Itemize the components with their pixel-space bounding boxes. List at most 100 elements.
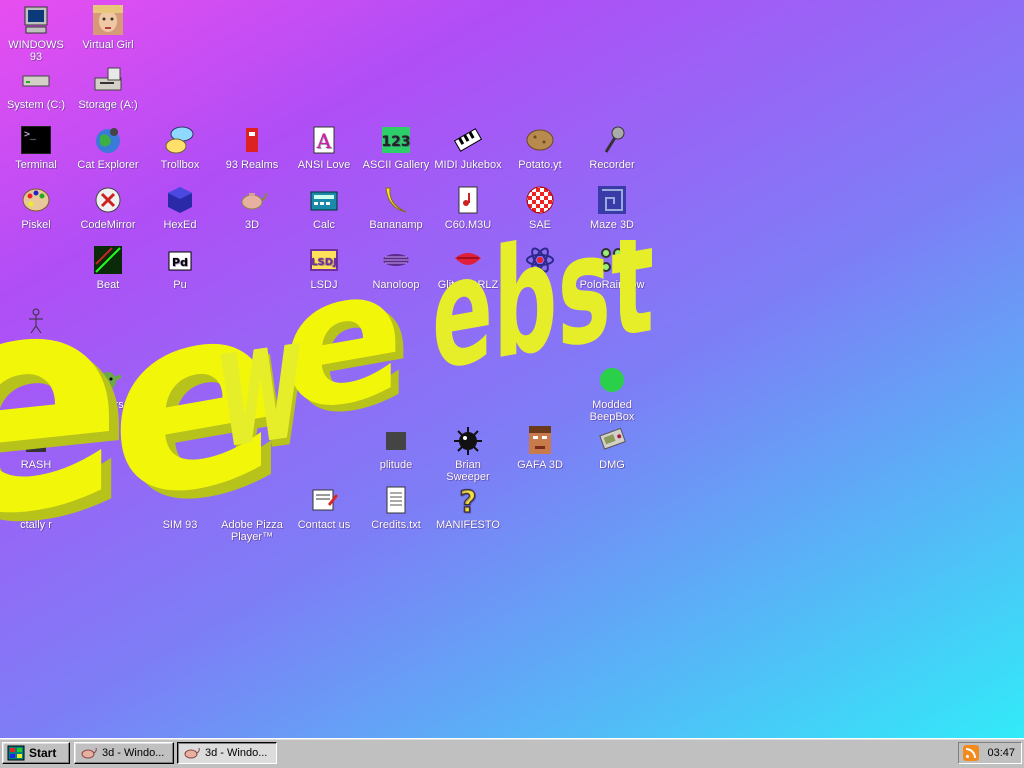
task-label: 3d - Windo... [205,747,268,759]
icon-label: Trollbox [160,159,200,171]
microphone-icon [596,124,628,156]
svg-text:Pd: Pd [172,256,188,269]
codemirror-icon [92,184,124,216]
desktop-icon-sim-93[interactable]: SIM 93 [144,484,216,531]
desktop-icon-bananamp[interactable]: Bananamp [360,184,432,231]
desktop-icon-terminal[interactable]: >_ Terminal [0,124,72,171]
desktop-icon-x[interactable]: X [504,244,576,291]
realms-icon [236,124,268,156]
icon-label: Calc [312,219,335,231]
desktop-icon-contact-us[interactable]: Contact us [288,484,360,531]
icon-label: Beat [96,279,120,291]
taskbar-button-3d-window-1[interactable]: 3d - Windo... [74,742,174,764]
start-label: Start [29,746,57,760]
icon-label: MIDI Jukebox [434,159,502,171]
desktop-icon-credits-txt[interactable]: Credits.txt [360,484,432,531]
icon-label: ANSI Love [297,159,351,171]
icon-label: LSDJ [310,279,338,291]
maze-icon [596,184,628,216]
desktop-icon-dmg[interactable]: DMG [576,424,648,471]
desktop-icon-system-c[interactable]: System (C:) [0,64,72,111]
chat-bubble-icon [164,124,196,156]
desktop-icon-potato-yt[interactable]: Potato.yt [504,124,576,171]
desktop-icon-pu[interactable]: Pd Pu [144,244,216,291]
desktop-icon-ansi-love[interactable]: A ANSI Love [288,124,360,171]
desktop-icon-c60-m3u[interactable]: C60.M3U [432,184,504,231]
desktop-icon-modded-beepbox[interactable]: Modded BeepBox [576,364,648,423]
desktop-icon-crash[interactable]: RASH [0,424,72,471]
desktop-icon-hexed[interactable]: HexEd [144,184,216,231]
desktop-icon-storage-a[interactable]: Storage (A:) [72,64,144,111]
sim-icon [164,484,196,516]
icon-label: ASCII Gallery [362,159,430,171]
robot-icon [20,304,52,336]
palette-icon [20,184,52,216]
desktop-icon-codemirror[interactable]: CodeMirror [72,184,144,231]
desktop-icon-3d[interactable]: 3D [216,184,288,231]
desktop-icon-virtual-girl[interactable]: Virtual Girl [72,4,144,51]
icon-label: RASH [20,459,52,471]
desktop-icon-cat-explorer[interactable]: Cat Explorer [72,124,144,171]
system-tray: 03:47 [958,742,1022,764]
desktop-icon-robby[interactable]: Robby [0,304,72,351]
icon-label: Brian Sweeper [446,459,490,483]
floppy-drive-icon [92,64,124,96]
icon-label: HexEd [163,219,197,231]
desktop-icon-recorder[interactable]: Recorder [576,124,648,171]
desktop: WINDOWS 93 Virtual Girl System (C:) Stor… [0,0,1024,738]
piano-icon [452,124,484,156]
icon-label: Maze 3D [589,219,635,231]
desktop-icon-adobe-pizza-player[interactable]: Adobe Pizza Player™ [216,484,288,543]
desktop-icon-maze-3d[interactable]: Maze 3D [576,184,648,231]
desktop-icon-midi-jukebox[interactable]: MIDI Jukebox [432,124,504,171]
desktop-icon-gafa-3d[interactable]: GAFA 3D [504,424,576,471]
icon-label: DMG [599,459,625,471]
question-mark-icon: ? [452,484,484,517]
icon-label: Piskel [21,219,51,231]
icon-label: Bananamp [369,219,423,231]
taskbar-button-3d-window-2[interactable]: 3d - Windo... [177,742,277,764]
desktop-icon-93-realms[interactable]: 93 Realms [216,124,288,171]
icon-label: Nanoloop [372,279,420,291]
icon-label: CodeMirror [80,219,136,231]
clock: 03:47 [987,747,1015,759]
yoda-icon [92,364,124,396]
desktop-icon-windows93[interactable]: WINDOWS 93 [0,4,72,63]
amiga-ball-icon [524,184,556,216]
beat-icon [92,244,124,276]
rss-feed-icon[interactable] [963,745,979,761]
icon-label: ctally r [20,519,52,531]
svg-text:LSDJ: LSDJ [311,257,337,268]
girl-face-icon [92,4,124,36]
icon-label: Modded BeepBox [589,399,635,423]
desktop-icon-glitch-grlz[interactable]: Glitch GRLZ [432,244,504,291]
desktop-icon-trollbox[interactable]: Trollbox [144,124,216,171]
computer-icon [20,4,52,36]
desktop-icon-sae[interactable]: SAE [504,184,576,231]
desktop-icon-calc[interactable]: Calc [288,184,360,231]
icon-label: Cat Explorer [77,159,139,171]
desktop-icon-polorainbow[interactable]: PoloRainbow [576,244,648,291]
desktop-icon-amplitude[interactable]: plitude [360,424,432,471]
desktop-icon-lsdj[interactable]: LSDJ LSDJ [288,244,360,291]
svg-text:A: A [316,129,332,153]
start-button[interactable]: Start [2,742,70,764]
icon-label: Pu [173,279,187,291]
ansi-letter-icon: A [308,124,340,156]
icon-label: plitude [379,459,413,471]
desktop-icon-beat[interactable]: Beat [72,244,144,291]
desktop-icon-manifesto[interactable]: ? MANIFESTO [432,484,504,532]
terminal-icon: >_ [20,124,52,156]
icon-label: Potato.yt [518,159,562,171]
playlist-file-icon [452,184,484,216]
icon-label: Contact us [297,519,351,531]
desktop-icon-brian-sweeper[interactable]: Brian Sweeper [432,424,504,483]
teapot-icon [236,184,268,216]
desktop-icon-ascii-gallery[interactable]: 123 ASCII Gallery [360,124,432,171]
desktop-icon-star-wars[interactable]: Star Wars.avi [72,364,144,411]
calculator-icon [308,184,340,216]
desktop-icon-ctally[interactable]: ctally r [0,484,72,531]
globe-icon [92,124,124,156]
desktop-icon-nanoloop[interactable]: Nanoloop [360,244,432,291]
desktop-icon-piskel[interactable]: Piskel [0,184,72,231]
